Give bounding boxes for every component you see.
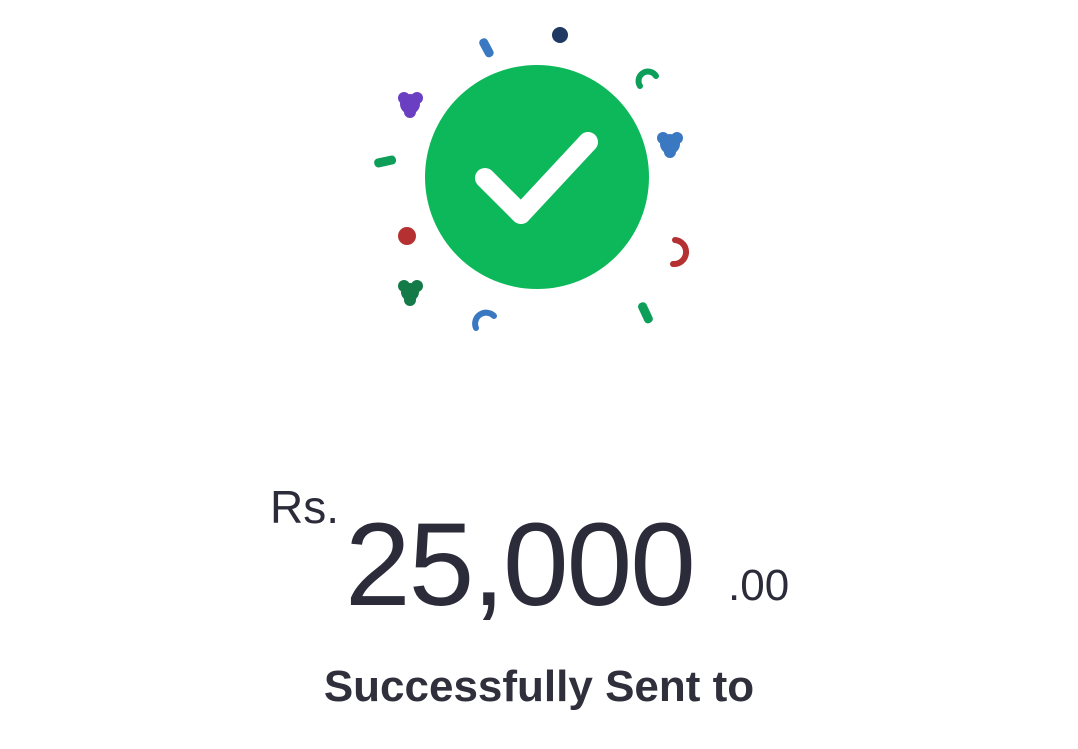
check-circle-icon [425, 65, 649, 289]
success-illustration [374, 27, 689, 331]
status-message: Successfully Sent to [323, 662, 755, 711]
amount-display: Rs. 25,000 .00 [0, 478, 1078, 628]
amount-value: 25,000 [345, 499, 696, 631]
currency-label: Rs. [270, 481, 339, 533]
success-graphic [360, 20, 700, 340]
payment-success-screen: Rs. 25,000 .00 Successfully Sent to [0, 0, 1078, 749]
amount-decimal: .00 [728, 561, 790, 610]
